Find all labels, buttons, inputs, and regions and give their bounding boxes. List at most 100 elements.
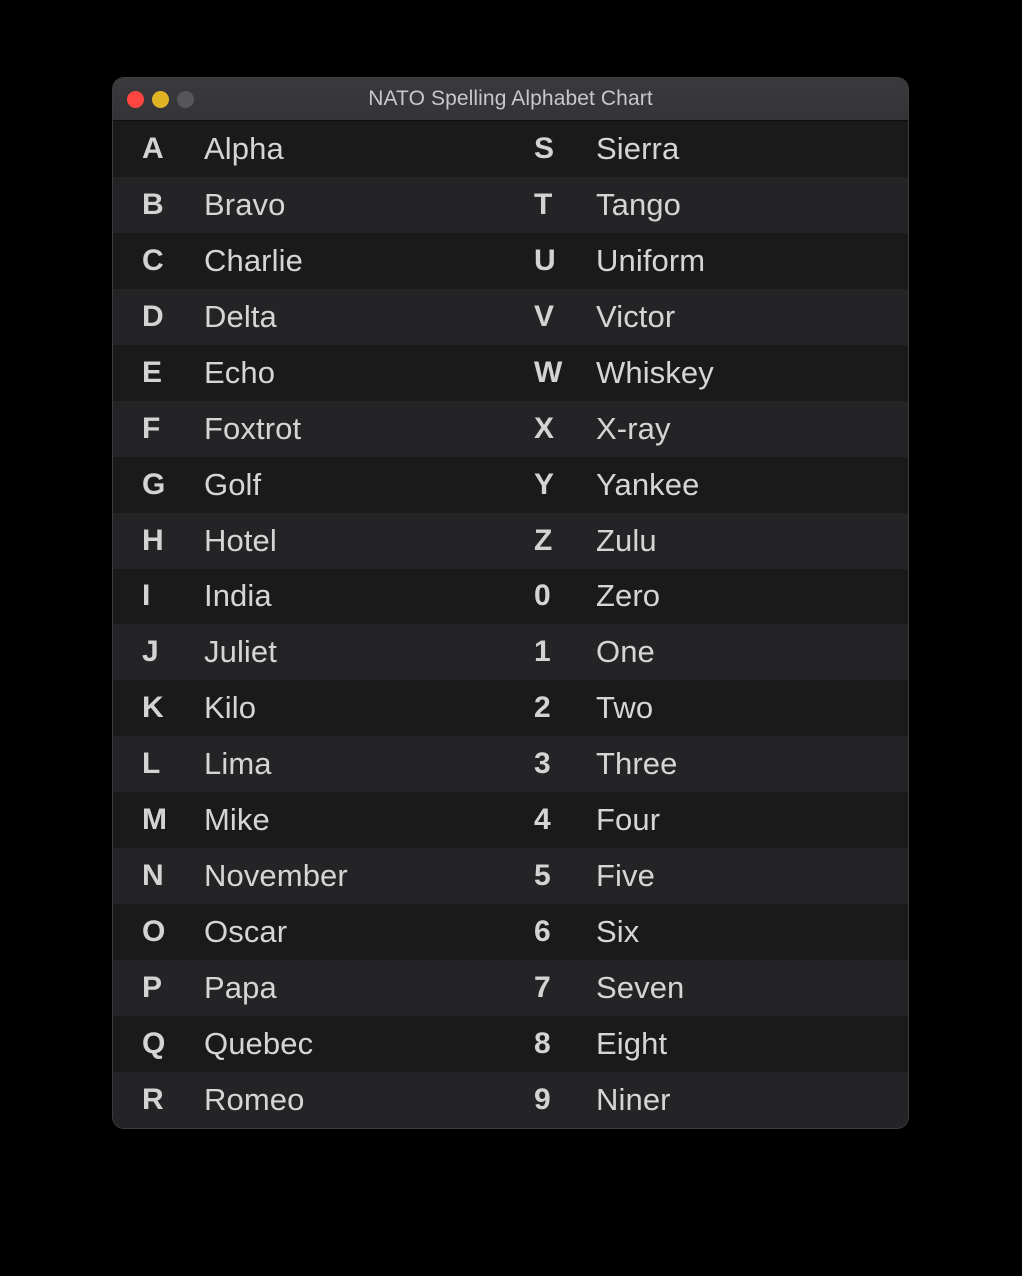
table-row: K Kilo 2 Two — [113, 680, 908, 737]
alphabet-cell: S Sierra — [510, 121, 908, 177]
code-word: Sierra — [596, 130, 680, 166]
alphabet-cell: 5 Five — [510, 848, 908, 904]
code-word: Kilo — [204, 690, 257, 726]
code-letter: B — [142, 187, 164, 221]
code-letter: S — [534, 131, 555, 165]
code-word: Delta — [204, 298, 277, 334]
code-letter: 8 — [534, 1026, 551, 1060]
table-row: N November 5 Five — [113, 848, 908, 905]
code-word: Foxtrot — [204, 410, 302, 446]
alphabet-cell: 8 Eight — [510, 1016, 908, 1072]
alphabet-cell: L Lima — [113, 736, 510, 792]
code-letter: J — [142, 635, 159, 669]
code-letter: L — [142, 747, 161, 781]
code-word: Four — [596, 802, 661, 838]
code-letter: 9 — [534, 1082, 551, 1116]
code-word: Whiskey — [596, 354, 714, 390]
alphabet-cell: M Mike — [113, 792, 510, 848]
code-word: Charlie — [204, 242, 303, 278]
code-word: Two — [596, 690, 654, 726]
table-row: G Golf Y Yankee — [113, 456, 908, 513]
code-word: Victor — [596, 298, 676, 334]
table-row: O Oscar 6 Six — [113, 904, 908, 961]
code-word: Golf — [204, 466, 262, 502]
window-titlebar[interactable]: NATO Spelling Alphabet Chart — [113, 78, 908, 121]
code-letter: K — [142, 691, 164, 725]
code-word: Echo — [204, 354, 276, 390]
code-letter: Y — [534, 467, 555, 501]
code-letter: N — [142, 859, 164, 893]
nato-alphabet-table: A Alpha S Sierra B Bravo T Tango C Charlie U Unifor… — [113, 121, 908, 1128]
alphabet-cell: O Oscar — [113, 904, 510, 960]
table-row: M Mike 4 Four — [113, 792, 908, 849]
code-letter: X — [534, 411, 555, 445]
code-letter: 6 — [534, 915, 551, 949]
alphabet-cell: 1 One — [510, 624, 908, 680]
code-word: Tango — [596, 186, 681, 222]
alphabet-cell: A Alpha — [113, 121, 510, 177]
code-word: Eight — [596, 1025, 668, 1061]
code-letter: 5 — [534, 859, 551, 893]
code-letter: D — [142, 299, 164, 333]
code-word: Yankee — [596, 466, 700, 502]
code-letter: V — [534, 299, 555, 333]
table-row: E Echo W Whiskey — [113, 344, 908, 401]
alphabet-cell: E Echo — [113, 345, 510, 401]
window-title: NATO Spelling Alphabet Chart — [368, 87, 653, 110]
screen-backdrop: NATO Spelling Alphabet Chart A Alpha S Sier… — [0, 0, 1022, 1276]
alphabet-cell: F Foxtrot — [113, 401, 510, 457]
code-letter: M — [142, 803, 168, 837]
code-word: November — [204, 858, 348, 894]
code-letter: F — [142, 411, 161, 445]
zoom-window-button[interactable] — [177, 90, 194, 108]
code-letter: 2 — [534, 691, 551, 725]
code-letter: 0 — [534, 579, 551, 613]
code-letter: H — [142, 523, 164, 557]
code-word: Zulu — [596, 522, 657, 558]
table-row: D Delta V Victor — [113, 288, 908, 345]
alphabet-cell: I India — [113, 569, 510, 625]
alphabet-cell: 7 Seven — [510, 960, 908, 1016]
alphabet-cell: Q Quebec — [113, 1016, 510, 1072]
code-letter: O — [142, 915, 166, 949]
alphabet-cell: D Delta — [113, 289, 510, 345]
alphabet-cell: V Victor — [510, 289, 908, 345]
alphabet-cell: H Hotel — [113, 513, 510, 569]
alphabet-cell: C Charlie — [113, 233, 510, 289]
alphabet-cell: Z Zulu — [510, 513, 908, 569]
alphabet-cell: 9 Niner — [510, 1072, 908, 1128]
code-letter: 3 — [534, 747, 551, 781]
code-letter: C — [142, 243, 164, 277]
table-row: C Charlie U Uniform — [113, 232, 908, 289]
alphabet-cell: W Whiskey — [510, 345, 908, 401]
code-word: Niner — [596, 1081, 671, 1117]
code-letter: R — [142, 1082, 164, 1116]
code-word: X-ray — [596, 410, 671, 446]
alphabet-cell: T Tango — [510, 177, 908, 233]
code-word: Romeo — [204, 1081, 305, 1117]
table-row: J Juliet 1 One — [113, 624, 908, 681]
code-word: One — [596, 634, 655, 670]
code-word: Juliet — [204, 634, 277, 670]
alphabet-cell: J Juliet — [113, 624, 510, 680]
table-row: L Lima 3 Three — [113, 736, 908, 793]
code-letter: 7 — [534, 971, 551, 1005]
minimize-window-button[interactable] — [152, 90, 169, 108]
alphabet-cell: G Golf — [113, 457, 510, 513]
alphabet-cell: X X-ray — [510, 401, 908, 457]
alphabet-cell: Y Yankee — [510, 457, 908, 513]
code-letter: I — [142, 579, 151, 613]
code-letter: Q — [142, 1026, 166, 1060]
alphabet-cell: 0 Zero — [510, 569, 908, 625]
table-row: A Alpha S Sierra — [113, 121, 908, 177]
alphabet-cell: B Bravo — [113, 177, 510, 233]
code-letter: P — [142, 971, 163, 1005]
code-word: Lima — [204, 746, 272, 782]
code-letter: 1 — [534, 635, 551, 669]
code-word: Hotel — [204, 522, 277, 558]
close-window-button[interactable] — [127, 90, 144, 108]
code-word: Oscar — [204, 914, 288, 950]
alphabet-cell: 4 Four — [510, 792, 908, 848]
alphabet-cell: U Uniform — [510, 233, 908, 289]
code-letter: G — [142, 467, 166, 501]
